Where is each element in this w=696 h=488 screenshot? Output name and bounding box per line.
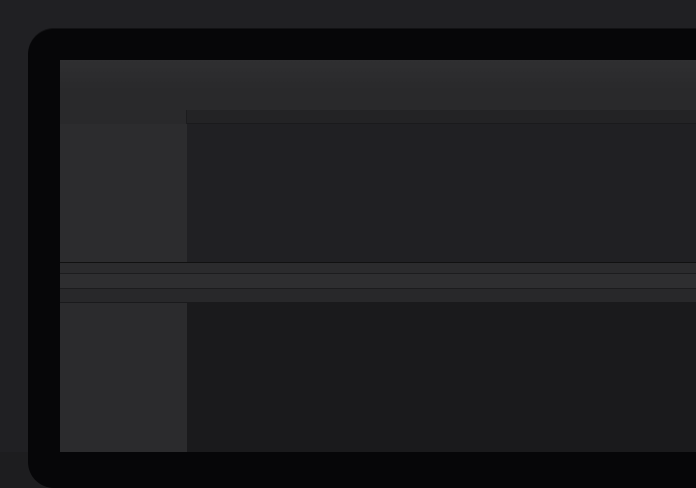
step-sequencer-title-bar: [60, 262, 696, 274]
bar-ruler[interactable]: [187, 110, 696, 124]
sequencer-pattern-row: [60, 289, 696, 303]
logic-pro-window: [60, 60, 696, 452]
track-list: [60, 124, 187, 262]
tracks-menu-bar: [60, 90, 696, 111]
page-background: [0, 0, 696, 452]
step-sequencer-panel: [60, 262, 696, 452]
sequencer-row-list: [60, 303, 187, 452]
control-bar: [60, 60, 696, 91]
arrange-area: [187, 124, 696, 262]
sequencer-toolbar: [60, 274, 696, 289]
track-header-strip: [60, 110, 187, 124]
sequencer-step-grid: [187, 303, 696, 452]
